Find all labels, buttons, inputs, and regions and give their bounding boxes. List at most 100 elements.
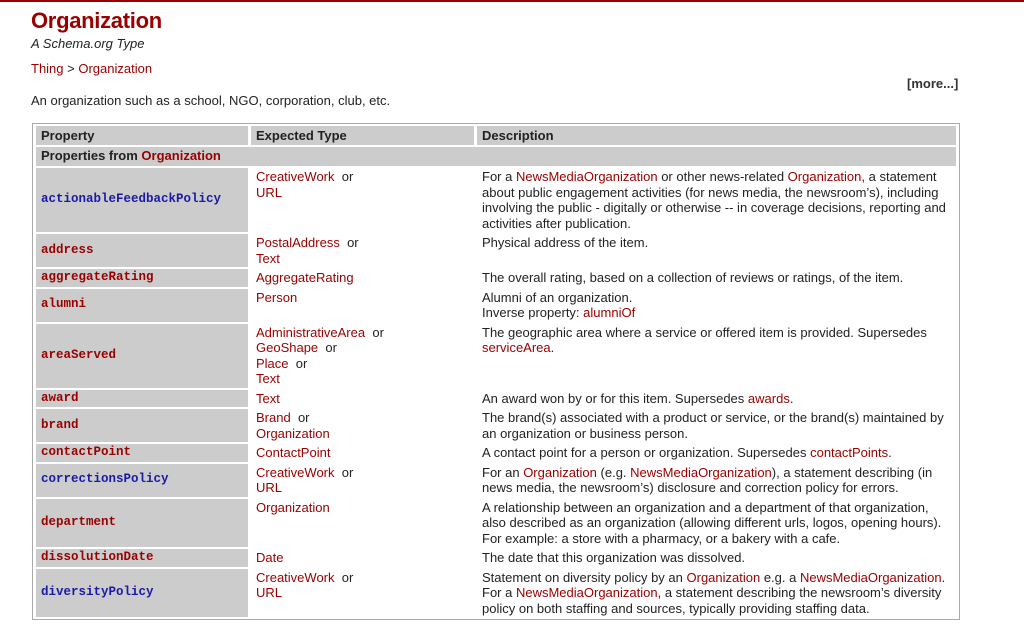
property-link[interactable]: correctionsPolicy [41, 472, 169, 486]
description-cell: A relationship between an organization a… [477, 499, 956, 548]
type-link[interactable]: CreativeWork [256, 169, 335, 184]
description-link[interactable]: NewsMediaOrganization [630, 465, 772, 480]
or-separator: or [372, 324, 384, 340]
property-name-cell: correctionsPolicy [36, 463, 248, 497]
or-separator: or [341, 569, 354, 585]
expected-type-cell: AggregateRating [251, 269, 474, 287]
description-link[interactable]: NewsMediaOrganization [800, 570, 942, 585]
property-link[interactable]: diversityPolicy [41, 585, 154, 599]
type-link[interactable]: PostalAddress [256, 235, 340, 250]
description-link[interactable]: alumniOf [583, 305, 635, 320]
description-text: For a [482, 169, 516, 184]
description-text: Alumni of an organization. [482, 289, 633, 305]
description-text: The brand(s) associated with a product o… [482, 410, 944, 441]
description-text: . [888, 445, 892, 460]
type-link[interactable]: Brand [256, 410, 291, 425]
section-header-link[interactable]: Organization [141, 148, 220, 163]
type-link[interactable]: CreativeWork [256, 465, 335, 480]
type-link[interactable]: CreativeWork [256, 570, 335, 585]
property-link[interactable]: alumni [41, 297, 86, 311]
description-cell: The brand(s) associated with a product o… [477, 409, 956, 442]
property-name-cell: areaServed [36, 323, 248, 388]
type-link[interactable]: Organization [256, 426, 330, 441]
property-link[interactable]: areaServed [41, 348, 116, 362]
page-title: Organization [31, 8, 162, 33]
type-link[interactable]: Text [256, 391, 280, 406]
description-link[interactable]: serviceArea [482, 340, 551, 355]
table-row: brand Brand or Organization The brand(s) as… [36, 409, 956, 442]
more-link[interactable]: [more...] [907, 76, 958, 91]
section-header-row: Properties from Organization [36, 147, 956, 166]
type-link[interactable]: Date [256, 550, 283, 565]
type-description: An organization such as a school, NGO, c… [31, 93, 391, 108]
property-name-cell: dissolutionDate [36, 549, 248, 567]
description-link[interactable]: NewsMediaOrganization [516, 585, 658, 600]
description-text: The geographic area where a service or o… [482, 324, 927, 340]
property-link[interactable]: aggregateRating [41, 270, 154, 284]
type-link[interactable]: URL [256, 185, 282, 200]
property-name-cell: diversityPolicy [36, 568, 248, 617]
description-link[interactable]: Organization [687, 570, 761, 585]
page-subtitle: A Schema.org Type [31, 36, 145, 51]
table-row: contactPoint ContactPoint A contact point … [36, 444, 956, 462]
description-cell: The overall rating, based on a collectio… [477, 269, 956, 287]
description-cell: An award won by or for this item. Supers… [477, 390, 956, 408]
description-link[interactable]: contactPoints [810, 445, 888, 460]
properties-table: Property Expected Type Description Prope… [32, 123, 960, 620]
property-name-cell: department [36, 498, 248, 547]
table-body: Properties from Organization actionableF… [36, 147, 956, 617]
section-header-prefix: Properties from [41, 148, 142, 163]
description-text: or other news-related [657, 169, 788, 184]
description-cell: Physical address of the item. [477, 234, 956, 267]
type-link[interactable]: AggregateRating [256, 270, 354, 285]
type-link[interactable]: Place [256, 356, 289, 371]
description-cell: Statement on diversity policy by an Orga… [477, 569, 956, 618]
breadcrumb-link-organization[interactable]: Organization [78, 61, 152, 76]
description-text: e.g. a [760, 569, 800, 585]
description-text: The date that this organization was diss… [482, 550, 746, 565]
expected-type-cell: Text [251, 390, 474, 408]
description-link[interactable]: NewsMediaOrganization [516, 169, 658, 184]
type-link[interactable]: Text [256, 251, 280, 266]
property-name-cell: actionableFeedbackPolicy [36, 168, 248, 232]
description-link[interactable]: Organization [788, 169, 862, 184]
column-header-property: Property [36, 126, 248, 145]
description-text: Statement on diversity policy by an [482, 569, 687, 585]
property-link[interactable]: contactPoint [41, 445, 131, 459]
table-row: diversityPolicy CreativeWork or URL Stateme… [36, 568, 956, 618]
property-name-cell: aggregateRating [36, 269, 248, 287]
property-link[interactable]: brand [41, 418, 79, 432]
property-link[interactable]: actionableFeedbackPolicy [41, 192, 221, 206]
property-link[interactable]: department [41, 515, 116, 529]
description-link[interactable]: awards [748, 391, 790, 406]
breadcrumb-link-thing[interactable]: Thing [31, 61, 64, 76]
type-link[interactable]: ContactPoint [256, 445, 330, 460]
or-separator: or [347, 235, 359, 250]
type-link[interactable]: AdministrativeArea [256, 325, 365, 340]
table-header-row: Property Expected Type Description [36, 126, 956, 145]
property-link[interactable]: address [41, 243, 94, 257]
expected-type-cell: ContactPoint [251, 444, 474, 462]
type-link[interactable]: URL [256, 480, 282, 495]
expected-type-cell: PostalAddress or Text [251, 234, 474, 267]
or-separator: or [295, 355, 308, 371]
type-link[interactable]: Organization [256, 500, 330, 515]
or-separator: or [297, 410, 310, 425]
description-link[interactable]: Organization [523, 465, 597, 480]
or-separator: or [341, 464, 354, 480]
table-row: department Organization A relationship bet… [36, 498, 956, 548]
property-name-cell: alumni [36, 288, 248, 322]
type-link[interactable]: Text [256, 371, 280, 386]
type-link[interactable]: Person [256, 290, 297, 305]
property-name-cell: contactPoint [36, 444, 248, 462]
or-separator: or [325, 340, 337, 355]
type-link[interactable]: URL [256, 585, 282, 600]
expected-type-cell: AdministrativeArea or GeoShape or Place or… [251, 324, 474, 388]
description-text: For an [482, 464, 524, 480]
description-cell: For a NewsMediaOrganization or other new… [477, 168, 956, 232]
description-cell: The date that this organization was diss… [477, 549, 956, 567]
type-link[interactable]: GeoShape [256, 340, 318, 355]
property-link[interactable]: dissolutionDate [41, 550, 154, 564]
expected-type-cell: Brand or Organization [251, 409, 474, 442]
property-link[interactable]: award [41, 391, 79, 405]
